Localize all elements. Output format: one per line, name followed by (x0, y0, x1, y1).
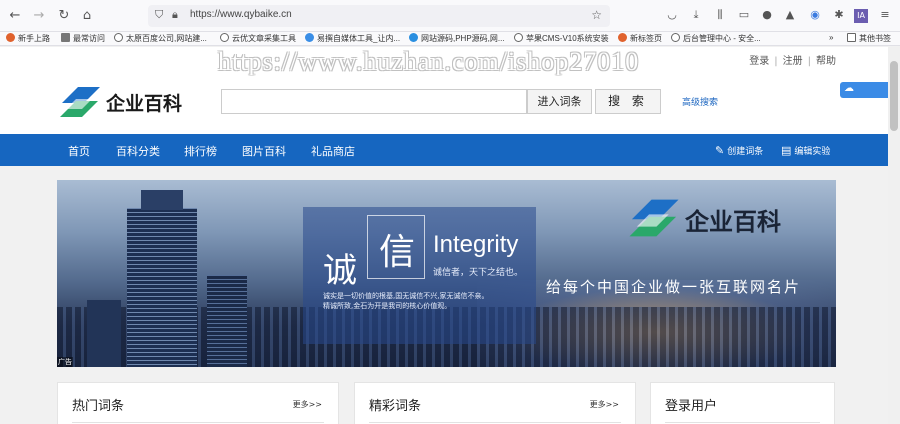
cloud-icon: ☁ (844, 83, 854, 94)
extension-icon[interactable]: ▲ (783, 8, 797, 21)
site-header: 企业百科 进入词条 搜 索 高级搜索 (0, 69, 888, 134)
folder-icon (847, 33, 856, 42)
browser-toolbar: ← → ↻ ⌂ ⛉ 🔒︎ https://www.qybaike.cn ☆ ◡ … (0, 0, 900, 32)
bookmarks-bar: 新手上路 最常访问 太原百度公司,网站建... 云优文章采集工具 易撰自媒体工具… (0, 32, 900, 46)
document-icon: ▤ (781, 144, 792, 157)
nav-item-categories[interactable]: 百科分类 (116, 143, 160, 159)
skyscraper (87, 300, 121, 367)
reload-icon[interactable]: ↻ (55, 7, 73, 25)
site-logo[interactable]: 企业百科 (58, 85, 198, 119)
scrollbar-thumb[interactable] (890, 61, 898, 131)
bookmark-item[interactable]: 太原百度公司,网站建... (114, 33, 207, 44)
ia-extension-icon[interactable]: IA (854, 9, 868, 23)
edit-lab-link[interactable]: ▤ 编辑实验 (781, 144, 830, 157)
firefox-icon (6, 33, 15, 42)
logged-users-card: 登录用户 (650, 382, 835, 424)
forward-icon[interactable]: → (30, 7, 48, 25)
more-link[interactable]: 更多>> (293, 399, 322, 410)
gear-icon (61, 33, 70, 42)
banner-motto: 诚信者，天下之结也。 (433, 268, 524, 278)
divider: | (774, 56, 778, 67)
top-links: 登录 | 注册 | 帮助 (749, 52, 836, 67)
banner-logo-text: 企业百科 (685, 208, 781, 236)
banner-text-line: 精诚所致,金石为开是我司的核心价值观。 (323, 302, 452, 310)
nav-item-image-wiki[interactable]: 图片百科 (242, 143, 286, 159)
integrity-panel: 诚 信 Integrity 诚信者，天下之结也。 诚实是一切价值的根基,国无诚信… (303, 207, 536, 344)
nav-item-ranking[interactable]: 排行榜 (184, 143, 217, 159)
banner-integrity: Integrity (433, 231, 519, 258)
account-icon[interactable]: ● (760, 8, 774, 21)
nav-item-gift-shop[interactable]: 礼品商店 (311, 143, 355, 159)
banner-logo: 企业百科 (627, 196, 797, 240)
hot-entries-card: 热门词条 更多>> (57, 382, 339, 424)
globe-extension-icon[interactable]: ◉ (808, 8, 822, 21)
logo-icon (629, 199, 679, 237)
more-link[interactable]: 更多>> (590, 399, 619, 410)
enter-entry-button[interactable]: 进入词条 (527, 89, 592, 114)
pocket-icon[interactable]: ◡ (665, 8, 679, 21)
star-icon[interactable]: ☆ (591, 8, 602, 22)
divider (72, 422, 324, 423)
card-title: 精彩词条 (369, 399, 422, 414)
globe-icon (671, 33, 680, 42)
watermark-text: https://www.huzhan.com/ishop27010 (218, 47, 640, 76)
divider (665, 422, 820, 423)
card-title: 登录用户 (665, 399, 718, 414)
scrollbar[interactable] (888, 47, 900, 424)
shield-icon[interactable]: ⛉ (155, 8, 163, 22)
bookmark-item[interactable]: 最常访问 (61, 33, 105, 44)
bookmark-item[interactable]: 后台管理中心 - 安全... (671, 33, 761, 44)
banner-char-1: 诚 (323, 251, 357, 291)
nav-item-home[interactable]: 首页 (68, 143, 90, 159)
bookmark-item[interactable]: 易撰自媒体工具_让内... (305, 33, 400, 44)
logo-text: 企业百科 (106, 93, 183, 115)
featured-entries-card: 精彩词条 更多>> (354, 382, 636, 424)
download-icon[interactable]: ⤓ (689, 8, 703, 22)
url-text[interactable]: https://www.qybaike.cn (190, 9, 292, 20)
banner-char-2: 信 (379, 232, 416, 273)
promo-banner[interactable]: 诚 信 Integrity 诚信者，天下之结也。 诚实是一切价值的根基,国无诚信… (57, 180, 836, 367)
globe-icon (514, 33, 523, 42)
logo-icon (60, 87, 100, 117)
library-icon[interactable]: ⫼ (713, 8, 727, 22)
bookmark-item[interactable]: 云优文章采集工具 (220, 33, 296, 44)
extension-icon[interactable]: ✱ (832, 8, 846, 21)
lock-icon[interactable]: 🔒︎ (172, 8, 178, 22)
cloud-icon (409, 33, 418, 42)
globe-icon (220, 33, 229, 42)
divider (369, 422, 621, 423)
advanced-search-link[interactable]: 高级搜索 (682, 95, 718, 108)
bookmark-item[interactable]: 网站源码,PHP源码,网... (409, 33, 505, 44)
search-button[interactable]: 搜 索 (595, 89, 661, 114)
web-page: 登录 | 注册 | 帮助 企业百科 进入词条 搜 索 高级搜索 ☁ 首页 百科分类 排行… (0, 47, 888, 424)
help-link[interactable]: 帮助 (816, 56, 836, 67)
card-title: 热门词条 (72, 399, 125, 414)
side-float-badge[interactable]: ☁ (840, 82, 888, 98)
ad-tag: 广告 (57, 357, 73, 367)
main-nav: 首页 百科分类 排行榜 图片百科 礼品商店 ✎ 创建词条 ▤ 编辑实验 (0, 134, 888, 166)
skyscraper (207, 275, 247, 367)
menu-icon[interactable]: ≡ (878, 8, 892, 21)
bookmark-item[interactable]: 苹果CMS-V10系统安装 (514, 33, 609, 44)
skyscraper (127, 190, 197, 367)
login-link[interactable]: 登录 (749, 56, 769, 67)
bookmark-item[interactable]: 新标签页 (618, 33, 662, 44)
bookmark-item[interactable]: 新手上路 (6, 33, 50, 44)
home-icon[interactable]: ⌂ (78, 7, 96, 25)
reader-icon[interactable]: ▭ (737, 8, 751, 21)
edit-icon: ✎ (715, 144, 725, 157)
bookmark-folder[interactable]: 其他书签 (847, 33, 891, 44)
back-icon[interactable]: ← (6, 7, 24, 25)
banner-text-line: 诚实是一切价值的根基,国无诚信不兴,家无诚信不亲。 (323, 292, 489, 300)
firefox-icon (618, 33, 627, 42)
divider: | (807, 56, 811, 67)
banner-slogan: 给每个中国企业做一张互联网名片 (546, 278, 802, 296)
search-input[interactable] (221, 89, 527, 114)
chevron-double-right-icon[interactable]: » (829, 33, 833, 42)
pin-icon (305, 33, 314, 42)
create-entry-link[interactable]: ✎ 创建词条 (715, 144, 763, 157)
register-link[interactable]: 注册 (783, 56, 803, 67)
address-bar[interactable]: ⛉ 🔒︎ https://www.qybaike.cn ☆ (148, 5, 610, 27)
globe-icon (114, 33, 123, 42)
